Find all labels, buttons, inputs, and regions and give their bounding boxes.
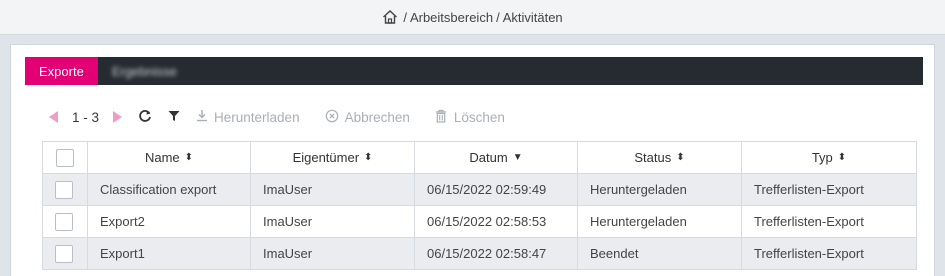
tab-exports[interactable]: Exporte bbox=[25, 57, 98, 85]
page-range: 1 - 3 bbox=[72, 109, 100, 125]
cancel-button[interactable]: Abbrechen bbox=[325, 109, 410, 126]
breadcrumb: / Arbeitsbereich / Aktivitäten bbox=[382, 9, 563, 25]
cell-type: Trefferlisten-Export bbox=[741, 205, 917, 238]
breadcrumb-item-activities: Aktivitäten bbox=[502, 9, 563, 25]
column-header-name[interactable]: Name ⬍ bbox=[87, 141, 251, 174]
cell-owner: ImaUser bbox=[250, 237, 415, 270]
delete-label: Löschen bbox=[453, 109, 505, 125]
breadcrumb-item-workspace[interactable]: Arbeitsbereich bbox=[410, 10, 493, 25]
select-all-cell bbox=[42, 141, 88, 174]
breadcrumb-bar: / Arbeitsbereich / Aktivitäten bbox=[0, 0, 945, 35]
download-button[interactable]: Herunterladen bbox=[196, 109, 300, 125]
toolbar: 1 - 3 Herunterladen Abbrechen Löschen bbox=[49, 107, 505, 127]
cell-status: Heruntergeladen bbox=[577, 205, 742, 238]
cell-date: 06/15/2022 02:59:49 bbox=[414, 173, 578, 206]
row-select-cell bbox=[42, 205, 88, 238]
breadcrumb-separator: / bbox=[496, 9, 500, 25]
cell-type: Trefferlisten-Export bbox=[741, 173, 917, 206]
refresh-icon[interactable] bbox=[138, 109, 152, 126]
download-label: Herunterladen bbox=[214, 109, 300, 125]
main-panel: Exporte Ergebnisse 1 - 3 Herunterladen A… bbox=[10, 44, 935, 276]
trash-icon bbox=[435, 109, 447, 126]
cell-name: Export2 bbox=[87, 205, 251, 238]
sort-desc-icon: ▼ bbox=[512, 152, 523, 163]
cancel-label: Abbrechen bbox=[344, 109, 410, 125]
cell-name: Export1 bbox=[87, 237, 251, 270]
exports-table: Name ⬍ Eigentümer ⬍ Datum ▼ Status ⬍ Typ ⬍ Cl… bbox=[42, 141, 917, 270]
column-label: Eigentümer bbox=[292, 150, 360, 165]
sort-both-icon: ⬍ bbox=[837, 152, 847, 163]
filter-icon[interactable] bbox=[168, 110, 180, 125]
table-header-row: Name ⬍ Eigentümer ⬍ Datum ▼ Status ⬍ Typ ⬍ bbox=[42, 141, 917, 174]
row-select-cell bbox=[42, 237, 88, 270]
column-label: Status bbox=[634, 150, 672, 165]
column-header-date[interactable]: Datum ▼ bbox=[414, 141, 578, 174]
sort-both-icon: ⬍ bbox=[184, 152, 194, 163]
delete-button[interactable]: Löschen bbox=[435, 109, 505, 126]
column-label: Datum bbox=[469, 150, 508, 165]
tab-results[interactable]: Ergebnisse bbox=[98, 57, 191, 85]
cancel-circle-icon bbox=[325, 109, 339, 126]
table-row[interactable]: Classification export ImaUser 06/15/2022… bbox=[42, 173, 917, 206]
column-header-status[interactable]: Status ⬍ bbox=[577, 141, 742, 174]
cell-owner: ImaUser bbox=[250, 205, 415, 238]
row-checkbox[interactable] bbox=[55, 180, 73, 199]
breadcrumb-separator: / bbox=[403, 9, 407, 25]
row-select-cell bbox=[42, 173, 88, 206]
column-label: Typ bbox=[811, 150, 833, 165]
tab-bar: Exporte Ergebnisse bbox=[25, 57, 923, 85]
cell-date: 06/15/2022 02:58:53 bbox=[414, 205, 578, 238]
table-row[interactable]: Export2 ImaUser 06/15/2022 02:58:53 Heru… bbox=[42, 205, 917, 238]
previous-page-icon[interactable] bbox=[49, 111, 58, 123]
sort-both-icon: ⬍ bbox=[676, 152, 685, 163]
column-label: Name bbox=[144, 150, 180, 165]
cell-owner: ImaUser bbox=[250, 173, 415, 206]
cell-name: Classification export bbox=[87, 173, 251, 206]
cell-status: Heruntergeladen bbox=[577, 173, 742, 206]
next-page-icon[interactable] bbox=[113, 111, 123, 123]
download-icon bbox=[196, 109, 208, 125]
cell-status: Beendet bbox=[577, 237, 742, 270]
table-row[interactable]: Export1 ImaUser 06/15/2022 02:58:47 Been… bbox=[42, 237, 917, 270]
home-icon[interactable] bbox=[382, 9, 398, 25]
row-checkbox[interactable] bbox=[55, 244, 73, 263]
sort-both-icon: ⬍ bbox=[364, 152, 373, 163]
column-header-owner[interactable]: Eigentümer ⬍ bbox=[250, 141, 415, 174]
cell-date: 06/15/2022 02:58:47 bbox=[414, 237, 578, 270]
cell-type: Trefferlisten-Export bbox=[741, 237, 917, 270]
select-all-checkbox[interactable] bbox=[56, 148, 74, 167]
row-checkbox[interactable] bbox=[55, 212, 73, 231]
column-header-type[interactable]: Typ ⬍ bbox=[741, 141, 917, 174]
